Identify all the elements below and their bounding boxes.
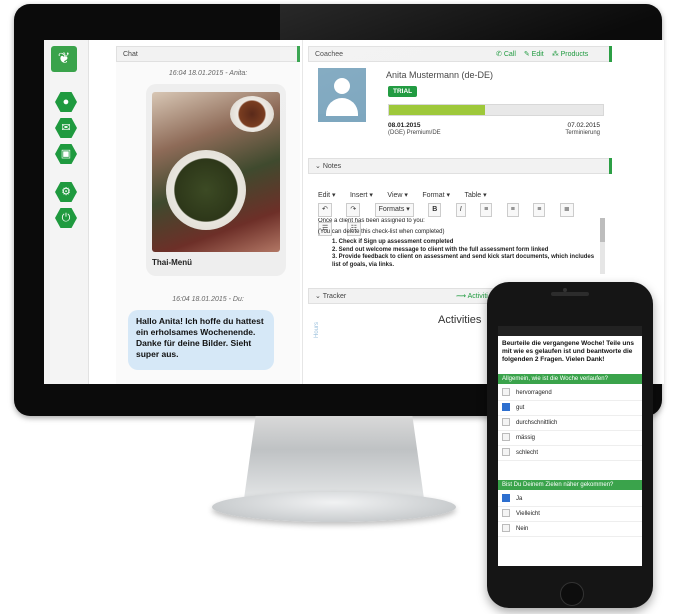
notes-line: Once a client has been assigned to you: bbox=[318, 218, 425, 224]
checkbox[interactable] bbox=[502, 433, 510, 442]
activity-icon: ⟿ bbox=[456, 293, 467, 300]
phone-camera-icon bbox=[563, 288, 567, 292]
start-date: 08.01.2015 bbox=[388, 122, 421, 129]
coachee-panel-accent bbox=[609, 46, 612, 62]
plate-image bbox=[166, 150, 246, 230]
progress-bar-fill bbox=[389, 105, 486, 115]
gear-icon[interactable]: ⚙ bbox=[55, 182, 77, 202]
monitor-stand-neck bbox=[243, 416, 425, 500]
chevron-down-icon[interactable]: ⌄ bbox=[315, 163, 321, 170]
edit-link[interactable]: Edit bbox=[532, 51, 544, 58]
leaf-logo-icon[interactable]: ❦ bbox=[51, 46, 77, 72]
phone-screen: Beurteile die vergangene Woche! Teile un… bbox=[498, 326, 642, 566]
justify-icon[interactable]: ≣ bbox=[559, 203, 574, 217]
power-icon[interactable]: ⏻ bbox=[55, 208, 77, 228]
chart-axis-label: Hours bbox=[314, 321, 320, 338]
checkbox[interactable] bbox=[502, 418, 510, 427]
notes-line: (You can delete this check-list when com… bbox=[318, 228, 445, 235]
coachee-panel: Coachee ✆ Call ✎ Edit ⁂ Products Anita M… bbox=[308, 46, 612, 150]
survey-question-header: Allgemein, wie ist die Woche verlaufen? bbox=[498, 374, 642, 384]
align-right-icon[interactable]: ≡ bbox=[533, 203, 546, 217]
survey-option[interactable]: gut bbox=[498, 401, 642, 416]
notes-panel: ⌄ Notes Edit ▾ Insert ▾ View ▾ Format ▾ … bbox=[308, 158, 612, 280]
notes-panel-title: Notes bbox=[322, 163, 342, 170]
photo-caption: Thai-Menü bbox=[152, 258, 192, 267]
align-left-icon[interactable]: ≡ bbox=[480, 203, 493, 217]
italic-icon[interactable]: I bbox=[455, 203, 466, 217]
checkbox-checked[interactable] bbox=[502, 403, 510, 412]
notes-list-item: 1. Check if Sign up assessment completed bbox=[332, 239, 454, 245]
avatar bbox=[318, 68, 366, 122]
survey-options: Ja Vielleicht Nein bbox=[498, 492, 642, 537]
survey-option[interactable]: schlecht bbox=[498, 446, 642, 461]
bold-icon[interactable]: B bbox=[428, 203, 442, 217]
editor-scrollbar[interactable] bbox=[600, 218, 605, 274]
phone-home-button[interactable] bbox=[560, 582, 584, 606]
survey-option[interactable]: Nein bbox=[498, 522, 642, 537]
checkbox[interactable] bbox=[502, 448, 510, 457]
editor-scrollbar-thumb[interactable] bbox=[600, 218, 605, 242]
survey-option[interactable]: mässig bbox=[498, 431, 642, 446]
checkbox[interactable] bbox=[502, 524, 510, 533]
notes-list-item: 3. Provide feedback to client on assessm… bbox=[332, 254, 595, 268]
call-link[interactable]: Call bbox=[504, 51, 516, 58]
redo-icon[interactable]: ↷ bbox=[346, 203, 361, 217]
end-date: 07.02.2015 bbox=[567, 122, 600, 129]
activities-link[interactable]: Activiti bbox=[468, 293, 488, 300]
phone-speaker bbox=[551, 292, 589, 296]
phone-status-bar bbox=[498, 326, 642, 336]
user-icon[interactable]: ● bbox=[55, 92, 77, 112]
survey-option[interactable]: durchschnittlich bbox=[498, 416, 642, 431]
chat-panel: Chat 16:04 18.01.2015 - Anita: Thai-Menü… bbox=[116, 46, 300, 384]
products-icon: ⁂ bbox=[551, 51, 559, 58]
coachee-name: Anita Mustermann (de-DE) bbox=[386, 70, 494, 80]
phone-icon: ✆ bbox=[496, 51, 502, 58]
chat-panel-title: Chat bbox=[116, 46, 300, 62]
chevron-down-icon[interactable]: ⌄ bbox=[315, 293, 321, 300]
bowl-image bbox=[230, 96, 274, 132]
survey-option[interactable]: Ja bbox=[498, 492, 642, 507]
chat-photo-bubble: Thai-Menü bbox=[146, 84, 286, 276]
tracker-panel-title: Tracker bbox=[322, 293, 347, 300]
checkbox[interactable] bbox=[502, 388, 510, 397]
notes-panel-accent bbox=[609, 158, 612, 174]
chat-message-timestamp: 16:04 18.01.2015 - Anita: bbox=[168, 70, 248, 77]
avatar-body-icon bbox=[326, 98, 358, 116]
monitor-stand-base bbox=[212, 492, 456, 522]
edit-icon: ✎ bbox=[523, 51, 530, 58]
avatar-head-icon bbox=[334, 78, 350, 94]
notes-list-item: 2. Send out welcome message to client wi… bbox=[332, 246, 549, 253]
undo-icon[interactable]: ↶ bbox=[318, 203, 332, 217]
chat-panel-accent bbox=[297, 46, 300, 62]
sidebar: ❦ ● ✉ ▣ ⚙ ⏻ bbox=[44, 40, 89, 384]
survey-options: hervorragend gut durchschnittlich mässig… bbox=[498, 386, 642, 461]
end-label: Terminierung bbox=[565, 130, 600, 136]
chat-message-timestamp: 16:04 18.01.2015 - Du: bbox=[172, 296, 244, 303]
clipboard-icon[interactable]: ▣ bbox=[55, 144, 77, 164]
status-badge: TRIAL bbox=[388, 86, 418, 97]
progress-bar bbox=[388, 104, 604, 116]
notes-editor[interactable]: Once a client has been assigned to you: … bbox=[318, 218, 598, 274]
chat-message-outgoing: Hallo Anita! Ich hoffe du hattest ein er… bbox=[128, 310, 274, 370]
survey-option[interactable]: hervorragend bbox=[498, 386, 642, 401]
food-photo[interactable] bbox=[152, 92, 280, 252]
panel-divider bbox=[302, 40, 303, 384]
align-center-icon[interactable]: ≡ bbox=[506, 203, 519, 217]
products-link[interactable]: Products bbox=[561, 51, 589, 58]
survey-question-header: Bist Du Deinem Zielen näher gekommen? bbox=[498, 480, 642, 490]
checkbox[interactable] bbox=[502, 509, 510, 518]
chat-icon[interactable]: ✉ bbox=[55, 118, 77, 138]
plan-name: (DGE) Premium/DE bbox=[388, 130, 441, 136]
checkbox-checked[interactable] bbox=[502, 494, 510, 503]
chart-title: Activities bbox=[438, 314, 482, 326]
survey-option[interactable]: Vielleicht bbox=[498, 507, 642, 522]
survey-intro: Beurteile die vergangene Woche! Teile un… bbox=[502, 340, 634, 363]
formats-dropdown[interactable]: Formats ▾ bbox=[374, 203, 414, 217]
